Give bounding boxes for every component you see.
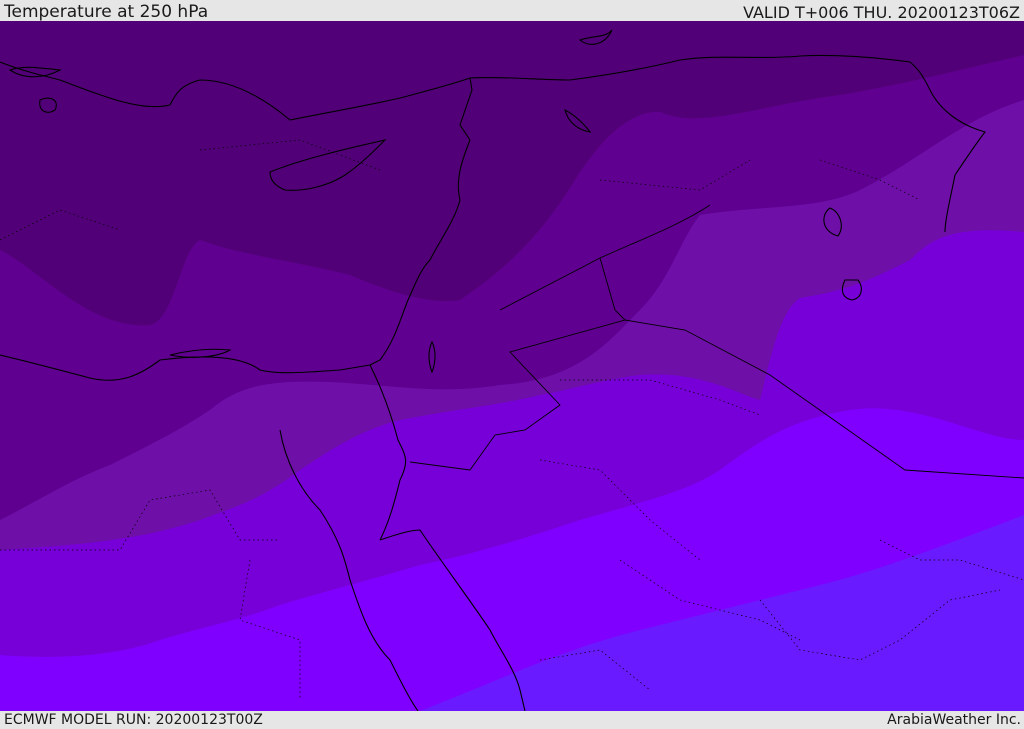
header-bar: Temperature at 250 hPa VALID T+006 THU. … [0, 0, 1024, 21]
footer-bar: ECMWF MODEL RUN: 20200123T00Z ArabiaWeat… [0, 711, 1024, 729]
valid-time: VALID T+006 THU. 20200123T06Z [743, 3, 1020, 22]
brand-credit: ArabiaWeather Inc. [887, 712, 1021, 728]
map-title: Temperature at 250 hPa [4, 2, 209, 22]
model-run: ECMWF MODEL RUN: 20200123T00Z [4, 712, 263, 728]
temperature-map[interactable] [0, 21, 1024, 711]
